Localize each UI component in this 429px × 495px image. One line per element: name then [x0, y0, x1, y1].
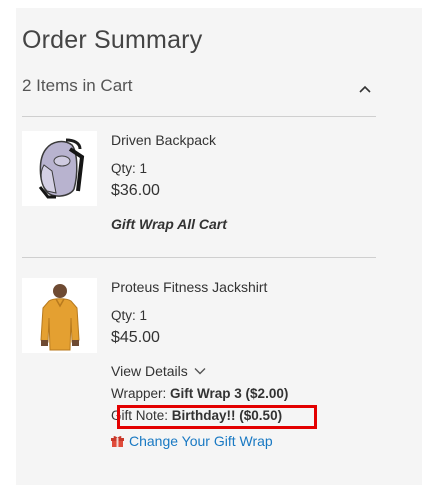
backpack-image: [22, 131, 97, 206]
cart-item: Proteus Fitness Jackshirt Qty: 1 $45.00 …: [22, 278, 376, 458]
product-qty: Qty: 1: [111, 161, 148, 176]
change-gift-wrap-link[interactable]: Change Your Gift Wrap: [111, 433, 273, 449]
view-details-label: View Details: [111, 363, 188, 379]
wrapper-value: Gift Wrap 3 ($2.00): [170, 386, 289, 401]
gift-icon: [111, 435, 124, 447]
gift-note-highlight-box: [117, 405, 317, 429]
items-in-cart-toggle[interactable]: 2 Items in Cart: [22, 76, 376, 108]
items-in-cart-label: 2 Items in Cart: [22, 76, 133, 95]
gift-wrap-label: Gift Wrap All Cart: [111, 216, 227, 232]
divider: [22, 116, 376, 117]
change-gift-wrap-label: Change Your Gift Wrap: [129, 433, 273, 449]
page-title: Order Summary: [22, 26, 203, 54]
chevron-down-icon: [194, 368, 206, 375]
jackshirt-image: [22, 278, 97, 353]
product-name: Proteus Fitness Jackshirt: [111, 279, 268, 295]
wrapper-label: Wrapper:: [111, 386, 167, 401]
chevron-up-icon: [359, 85, 371, 93]
product-name: Driven Backpack: [111, 132, 217, 148]
product-price: $45.00: [111, 329, 160, 346]
product-price: $36.00: [111, 182, 160, 199]
product-thumbnail[interactable]: [22, 131, 97, 206]
view-details-toggle[interactable]: View Details: [111, 363, 206, 379]
wrapper-row: Wrapper: Gift Wrap 3 ($2.00): [111, 385, 376, 403]
cart-item: Driven Backpack Qty: 1 $36.00 Gift Wrap …: [22, 131, 376, 241]
divider: [22, 257, 376, 258]
product-qty: Qty: 1: [111, 308, 148, 323]
product-thumbnail[interactable]: [22, 278, 97, 353]
